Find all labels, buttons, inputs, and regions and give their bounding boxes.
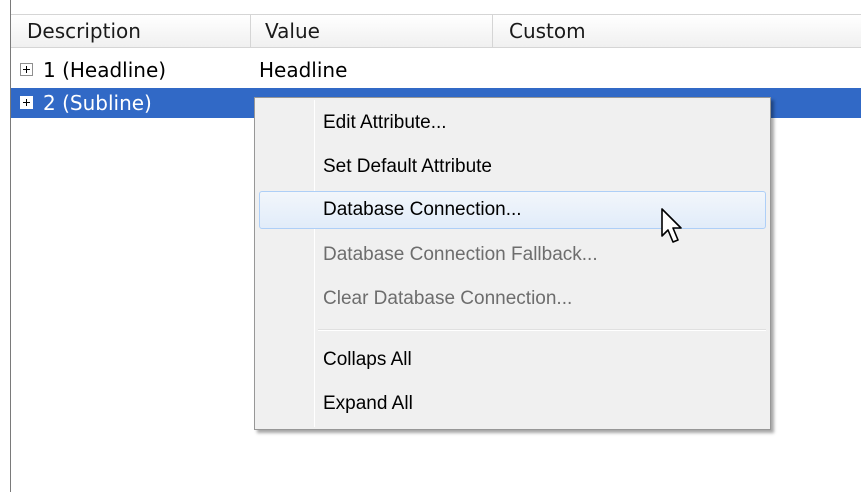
menu-item-database-connection[interactable]: Database Connection...: [259, 191, 766, 229]
menu-item-database-connection-fallback: Database Connection Fallback...: [323, 244, 598, 265]
menu-item-expand-all[interactable]: Expand All: [259, 385, 766, 423]
row-description: 2 (Subline): [43, 91, 152, 115]
expand-plus-icon[interactable]: [20, 63, 33, 76]
tree-header: Description Value Custom: [11, 14, 861, 48]
context-menu: Edit Attribute... Set Default Attribute …: [254, 97, 771, 430]
column-header-description[interactable]: Description: [11, 15, 251, 48]
row-description: 1 (Headline): [43, 58, 167, 82]
column-header-custom[interactable]: Custom: [493, 15, 861, 48]
column-header-value[interactable]: Value: [251, 15, 493, 48]
menu-item-clear-database-connection: Clear Database Connection...: [323, 288, 573, 309]
expand-plus-icon[interactable]: [20, 96, 33, 109]
menu-separator: [318, 329, 766, 331]
arrow-cursor-icon: [661, 208, 682, 243]
row-value: Headline: [259, 58, 348, 82]
menu-item-set-default-attribute[interactable]: Set Default Attribute: [259, 148, 766, 186]
tree-row-headline[interactable]: 1 (Headline) Headline: [11, 55, 861, 85]
menu-item-edit-attribute[interactable]: Edit Attribute...: [259, 104, 766, 142]
menu-item-collapse-all[interactable]: Collaps All: [259, 341, 766, 379]
